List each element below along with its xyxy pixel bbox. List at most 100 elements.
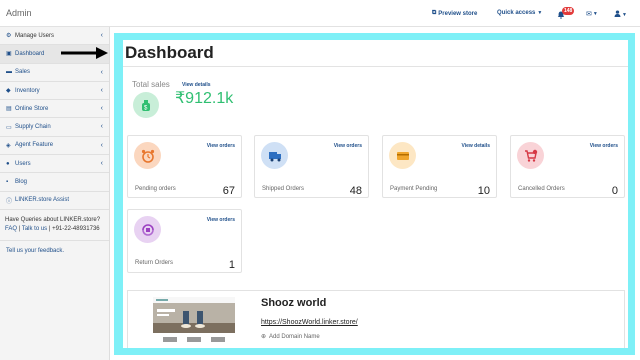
brand-title: Admin [6, 8, 32, 18]
total-sales-widget: Total sales View details $ ₹912.1k [127, 74, 245, 126]
queries-note: Have Queries about LINKER.store? FAQ | T… [0, 210, 109, 234]
view-details-link[interactable]: View details [461, 143, 490, 149]
payment-pending-card[interactable]: View details Payment Pending 10 [382, 135, 497, 198]
chevron-left-icon: ‹ [100, 123, 103, 131]
arrow-annotation [61, 47, 108, 59]
alarm-clock-icon [134, 142, 161, 169]
talk-to-us-link[interactable]: Talk to us [22, 226, 47, 232]
quick-access-label: Quick access [497, 10, 536, 16]
page-title: Dashboard [125, 43, 214, 62]
cart-cancel-icon [517, 142, 544, 169]
chevron-left-icon: ‹ [100, 32, 103, 39]
top-bar: Admin ⧉ Preview store Quick access ▼ 148… [0, 0, 640, 27]
pending-orders-card[interactable]: View orders Pending orders 67 [127, 135, 242, 198]
store-url-link[interactable]: https://ShoozWorld.linker.store/ [261, 319, 358, 326]
external-link-icon: ⧉ [432, 10, 437, 16]
sidebar-item-label: Users [15, 160, 31, 167]
add-domain-link[interactable]: ⊕ Add Domain Name [261, 333, 320, 341]
faq-link[interactable]: FAQ [5, 226, 17, 232]
total-sales-value: ₹912.1k [175, 90, 234, 107]
preview-store-link[interactable]: ⧉ Preview store [432, 10, 477, 17]
queries-text: Have Queries about LINKER.store? [5, 216, 101, 223]
preview-store-label: Preview store [438, 10, 478, 17]
sidebar-item-agent-feature[interactable]: ◈ Agent Feature ‹ [0, 137, 109, 156]
feedback-link[interactable]: Tell us your feedback. [0, 239, 109, 261]
card-label: Cancelled Orders [518, 186, 565, 192]
sidebar-item-inventory[interactable]: ◆ Inventory ‹ [0, 82, 109, 101]
money-bag-icon: $ [133, 92, 159, 118]
phone-number: +91-22-48931736 [52, 225, 100, 232]
card-count: 48 [349, 185, 362, 197]
info-icon: ⓘ [6, 198, 13, 205]
blog-icon: ▪ [6, 179, 9, 186]
store-icon: ▤ [6, 106, 12, 113]
sidebar-item-label: Inventory [15, 87, 40, 94]
card-icon [389, 142, 416, 169]
view-orders-link[interactable]: View orders [590, 143, 618, 149]
return-orders-card[interactable]: View orders Return Orders 1 [127, 209, 242, 273]
sidebar-item-label: Blog [15, 179, 28, 186]
chevron-left-icon: ‹ [100, 141, 103, 149]
quick-access-dropdown[interactable]: Quick access ▼ [497, 10, 542, 16]
store-panel: Shooz world https://ShoozWorld.linker.st… [127, 290, 625, 348]
sidebar: ⚙ Manage Users ‹ ▣ Dashboard ▬ Sales ‹ ◆… [0, 27, 110, 360]
sidebar-item-label: Supply Chain [15, 124, 51, 131]
card-count: 1 [228, 259, 235, 271]
sidebar-item-label: LINKER.store Assist [15, 197, 70, 204]
card-count: 10 [477, 185, 490, 197]
sidebar-item-assist[interactable]: ⓘ LINKER.store Assist [0, 192, 109, 210]
cancelled-orders-card[interactable]: View orders Cancelled Orders 0 [510, 135, 625, 198]
view-orders-link[interactable]: View orders [334, 143, 362, 149]
dashboard-content: Dashboard Total sales View details $ ₹91… [123, 40, 628, 348]
card-label: Shipped Orders [262, 186, 305, 192]
users-cog-icon: ⚙ [6, 33, 12, 40]
shipped-orders-card[interactable]: View orders Shipped Orders 48 [254, 135, 369, 198]
add-domain-label: Add Domain Name [269, 333, 320, 340]
caret-down-icon: ▼ [622, 11, 627, 18]
tag-icon: ◆ [6, 88, 11, 95]
sidebar-item-label: Dashboard [15, 50, 45, 57]
view-orders-link[interactable]: View orders [207, 217, 235, 223]
sidebar-item-sales[interactable]: ▬ Sales ‹ [0, 64, 109, 82]
chevron-left-icon: ‹ [100, 105, 103, 113]
handshake-icon: ◈ [6, 142, 11, 149]
truck-icon [261, 142, 288, 169]
store-name: Shooz world [261, 297, 327, 309]
sidebar-item-label: Manage Users [15, 32, 55, 39]
chevron-left-icon: ‹ [100, 68, 103, 76]
notification-badge: 148 [562, 7, 575, 15]
card-label: Payment Pending [390, 186, 438, 192]
return-icon [134, 216, 161, 243]
store-thumbnail[interactable] [153, 297, 235, 345]
user-menu-button[interactable]: ▼ [614, 10, 627, 19]
sidebar-item-label: Sales [15, 69, 31, 76]
card-label: Return Orders [135, 260, 174, 266]
chevron-left-icon: ‹ [100, 160, 103, 168]
sidebar-item-label: Online Store [15, 105, 49, 112]
sidebar-item-supply-chain[interactable]: ▭ Supply Chain ‹ [0, 118, 109, 137]
card-label: Pending orders [135, 186, 176, 192]
chevron-left-icon: ‹ [100, 86, 103, 94]
sidebar-item-label: Agent Feature [15, 142, 54, 149]
sidebar-item-online-store[interactable]: ▤ Online Store ‹ [0, 100, 109, 119]
divider [123, 66, 628, 67]
user-icon: ● [6, 160, 10, 167]
separator: | [18, 225, 21, 232]
globe-icon: ⊕ [261, 334, 267, 340]
sidebar-item-manage-users[interactable]: ⚙ Manage Users ‹ [0, 27, 109, 46]
cart-icon: ▬ [6, 69, 12, 76]
user-icon [614, 10, 621, 19]
total-sales-label: Total sales [132, 80, 170, 89]
separator: | [48, 225, 51, 232]
caret-down-icon: ▼ [537, 10, 543, 16]
view-orders-link[interactable]: View orders [207, 143, 235, 149]
messages-button[interactable]: ✉ ▼ [586, 10, 598, 18]
truck-icon: ▭ [6, 124, 12, 131]
sidebar-item-users[interactable]: ● Users ‹ [0, 155, 109, 174]
sidebar-item-blog[interactable]: ▪ Blog [0, 173, 109, 192]
card-count: 67 [222, 185, 235, 197]
envelope-icon: ✉ [586, 11, 592, 18]
card-count: 0 [611, 185, 618, 197]
dashboard-icon: ▣ [6, 51, 12, 58]
caret-down-icon: ▼ [592, 11, 598, 17]
